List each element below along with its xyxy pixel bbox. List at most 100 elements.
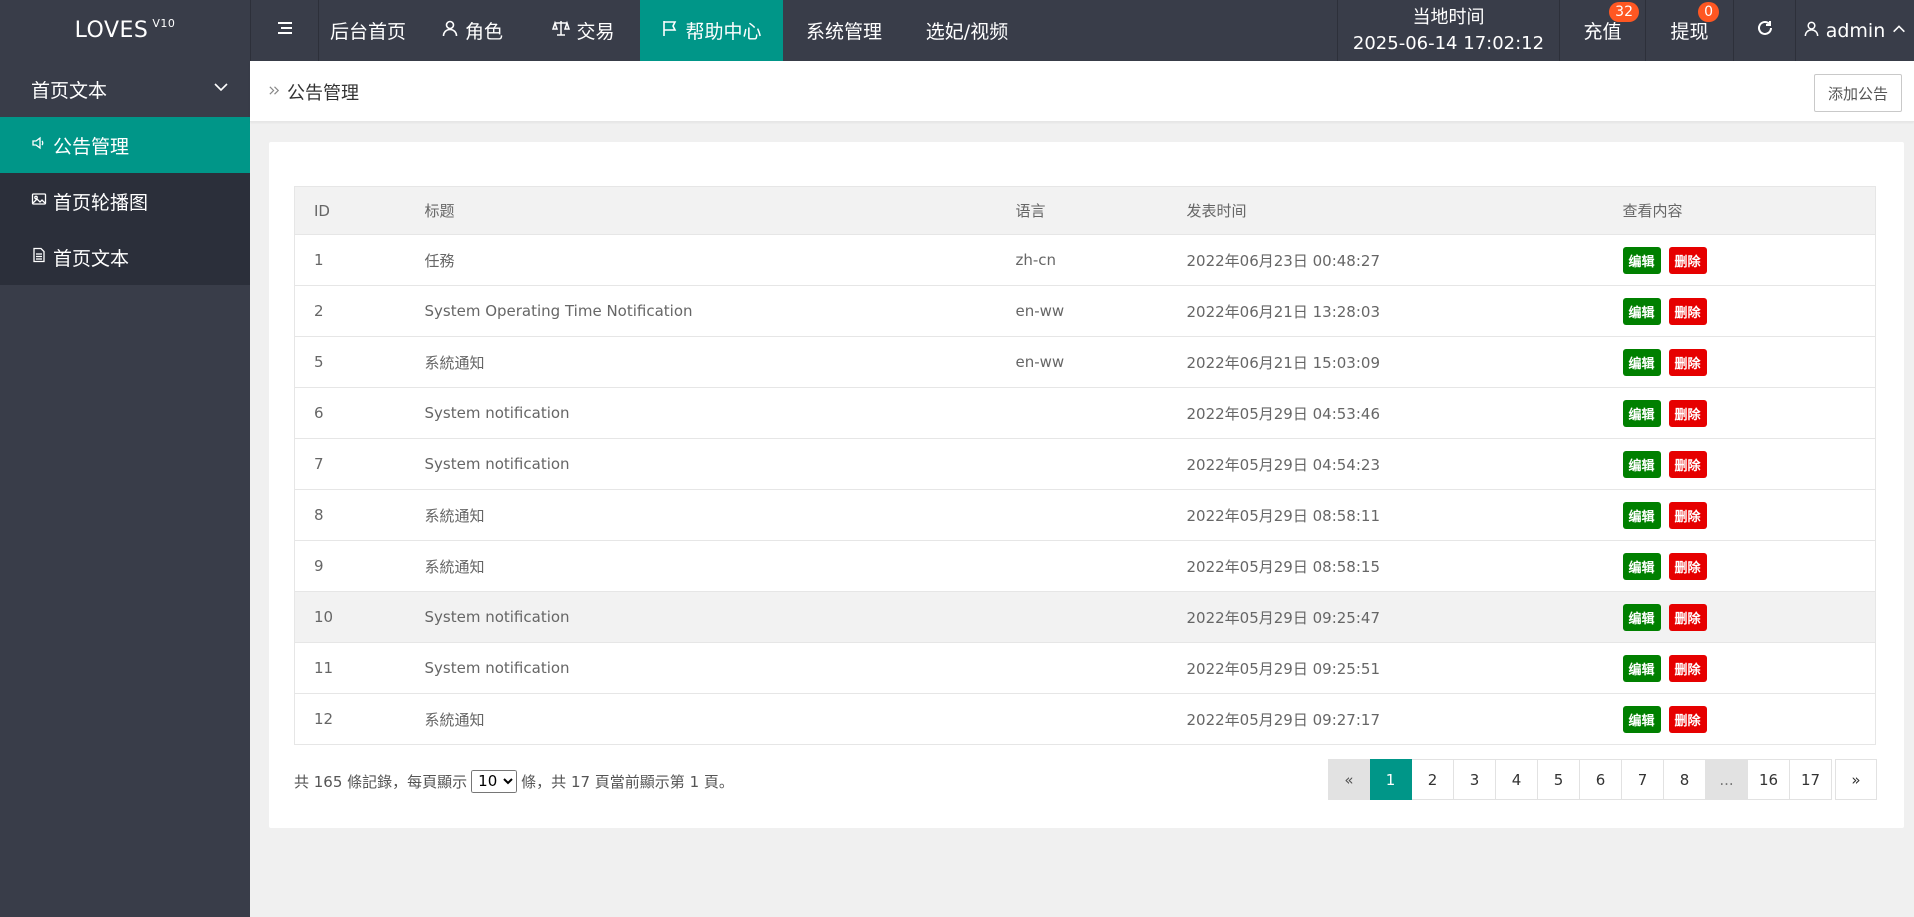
sidebar-item-carousel[interactable]: 首页轮播图 [0,173,250,229]
table-row: 11 System notification 2022年05月29日 09:25:5… [294,642,1876,694]
edit-button[interactable]: 编辑 [1622,603,1661,631]
delete-button[interactable]: 删除 [1668,348,1707,376]
edit-button[interactable]: 编辑 [1622,348,1661,376]
pagination-page-button[interactable]: 5 [1538,759,1580,800]
brand-name: LOVES [74,18,149,43]
breadcrumb-current[interactable]: 公告管理 [287,79,359,105]
pagination-page-button[interactable]: 2 [1412,759,1454,800]
delete-button[interactable]: 删除 [1668,654,1707,682]
edit-button[interactable]: 编辑 [1622,246,1661,274]
chevron-down-icon [212,78,230,101]
delete-button[interactable]: 删除 [1668,246,1707,274]
header-right: 当地时间 2025-06-14 17:02:12 充值 32 提现 0 admi… [1337,0,1914,61]
edit-button[interactable]: 编辑 [1622,297,1661,325]
edit-button[interactable]: 编辑 [1622,450,1661,478]
nav-roles[interactable]: 角色 [417,0,527,61]
column-header-title: 标题 [405,186,997,235]
add-announcement-button[interactable]: 添加公告 [1814,74,1902,112]
speaker-icon [31,134,47,156]
page-size-select[interactable]: 10 [471,769,518,793]
recharge-button[interactable]: 充值 32 [1559,0,1645,61]
pagination-page-button[interactable]: 6 [1580,759,1622,800]
local-time: 当地时间 2025-06-14 17:02:12 [1337,0,1559,61]
sidebar-group-label: 首页文本 [31,79,108,102]
cell-language: en-ww [996,336,1168,388]
pagination-page-button[interactable]: 4 [1496,759,1538,800]
cell-id: 11 [294,642,406,694]
pagination-page-button[interactable]: 17 [1790,759,1832,800]
pagination-next-button[interactable]: » [1835,759,1877,800]
nav-trade[interactable]: 交易 [527,0,640,61]
nav-concubine-video[interactable]: 选妃/视频 [905,0,1029,61]
sidebar-item-label: 首页轮播图 [53,191,149,214]
withdraw-badge: 0 [1698,2,1719,22]
pagination-page-button[interactable]: 1 [1370,759,1412,800]
brand-logo[interactable]: LOVES V10 [0,0,250,61]
table-row: 2 System Operating Time Notification en-ww… [294,285,1876,337]
pagination-page-button[interactable]: 8 [1664,759,1706,800]
pagination-prev-button[interactable]: « [1328,759,1370,800]
pagination-page-button[interactable]: 16 [1748,759,1790,800]
content-card: ID 标题 语言 发表时间 查看内容 1 任務 zh-cn 2022年06月23日 0… [269,142,1904,828]
table-row: 8 系統通知 2022年05月29日 08:58:11 编辑 删除 [294,489,1876,541]
cell-id: 6 [294,387,406,439]
cell-actions: 编辑 删除 [1603,591,1876,643]
delete-button[interactable]: 删除 [1668,399,1707,427]
cell-actions: 编辑 删除 [1603,540,1876,592]
refresh-icon [1756,19,1774,42]
cell-publish-time: 2022年06月21日 15:03:09 [1167,336,1604,388]
withdraw-button[interactable]: 提现 0 [1645,0,1733,61]
double-chevron-right-icon [268,81,281,102]
cell-id: 7 [294,438,406,490]
delete-button[interactable]: 删除 [1668,705,1707,733]
menu-toggle-button[interactable] [250,0,318,61]
edit-button[interactable]: 编辑 [1622,501,1661,529]
edit-button[interactable]: 编辑 [1622,399,1661,427]
table-row: 12 系統通知 2022年05月29日 09:27:17 编辑 删除 [294,693,1876,745]
delete-button[interactable]: 删除 [1668,501,1707,529]
sidebar-item-announcements[interactable]: 公告管理 [0,117,250,173]
refresh-button[interactable] [1733,0,1795,61]
delete-button[interactable]: 删除 [1668,603,1707,631]
nav-dashboard[interactable]: 后台首页 [318,0,417,61]
delete-button[interactable]: 删除 [1668,450,1707,478]
user-menu[interactable]: admin [1795,0,1914,61]
cell-language: zh-cn [996,234,1168,286]
edit-button[interactable]: 编辑 [1622,705,1661,733]
sidebar-item-label: 首页文本 [53,247,130,270]
edit-button[interactable]: 编辑 [1622,552,1661,580]
cell-id: 9 [294,540,406,592]
delete-button[interactable]: 删除 [1668,297,1707,325]
flag-icon [661,19,679,42]
edit-button[interactable]: 编辑 [1622,654,1661,682]
pagination-info: 共 165 條記錄，每頁顯示 10 條，共 17 頁當前顯示第 1 頁。 [294,766,734,796]
cell-id: 8 [294,489,406,541]
pagination-page-button[interactable]: 3 [1454,759,1496,800]
nav-concubine-video-label: 选妃/视频 [925,21,1009,43]
nav-help-center[interactable]: 帮助中心 [640,0,783,61]
cell-actions: 编辑 删除 [1603,438,1876,490]
cell-actions: 编辑 删除 [1603,234,1876,286]
table-row: 5 系統通知 en-ww 2022年06月21日 15:03:09 编辑 删除 [294,336,1876,388]
table-header-row: ID 标题 语言 发表时间 查看内容 [294,186,1876,235]
pagination-ellipsis[interactable]: ... [1706,759,1748,800]
cell-publish-time: 2022年05月29日 09:25:51 [1167,642,1604,694]
scale-icon [552,19,571,42]
cell-publish-time: 2022年05月29日 08:58:11 [1167,489,1604,541]
table-row: 10 System notification 2022年05月29日 09:25:4… [294,591,1876,643]
nav-help-center-label: 帮助中心 [685,21,762,43]
nav-system[interactable]: 系统管理 [783,0,905,61]
cell-publish-time: 2022年05月29日 09:25:47 [1167,591,1604,643]
nav-dashboard-label: 后台首页 [329,21,406,43]
pagination-page-button[interactable]: 7 [1622,759,1664,800]
delete-button[interactable]: 删除 [1668,552,1707,580]
cell-actions: 编辑 删除 [1603,642,1876,694]
cell-id: 1 [294,234,406,286]
breadcrumb: 公告管理 [268,61,359,122]
sidebar-group-home-text[interactable]: 首页文本 [0,61,250,117]
sidebar-item-home-text[interactable]: 首页文本 [0,229,250,285]
table-row: 6 System notification 2022年05月29日 04:53:46… [294,387,1876,439]
cell-publish-time: 2022年05月29日 09:27:17 [1167,693,1604,745]
user-icon [441,19,459,42]
cell-title: System notification [405,642,997,694]
